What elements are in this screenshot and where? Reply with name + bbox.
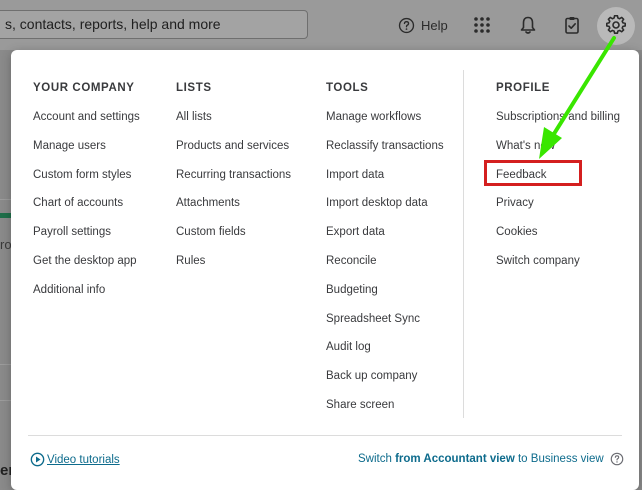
menu-item-share-screen[interactable]: Share screen	[326, 398, 444, 427]
clipboard-icon[interactable]	[562, 15, 582, 35]
background-divider	[0, 199, 11, 200]
menu-item-reclassify-transactions[interactable]: Reclassify transactions	[326, 139, 444, 168]
menu-item-audit-log[interactable]: Audit log	[326, 340, 444, 369]
switch-view-text[interactable]: Switch from Accountant view to Business …	[358, 453, 604, 465]
menu-item-back-up-company[interactable]: Back up company	[326, 369, 444, 398]
menu-item-privacy[interactable]: Privacy	[496, 196, 620, 225]
apps-grid-icon[interactable]	[472, 15, 492, 35]
menu-item-budgeting[interactable]: Budgeting	[326, 283, 444, 312]
gear-icon[interactable]	[606, 15, 626, 35]
menu-item-get-desktop-app[interactable]: Get the desktop app	[33, 254, 140, 283]
background-text-fragment: ro	[0, 237, 12, 252]
help-circle-icon[interactable]	[610, 452, 624, 466]
footer-divider	[28, 435, 622, 436]
menu-item-import-data[interactable]: Import data	[326, 168, 444, 197]
menu-item-custom-fields[interactable]: Custom fields	[176, 225, 291, 254]
play-circle-icon	[30, 452, 45, 467]
menu-item-products-and-services[interactable]: Products and services	[176, 139, 291, 168]
menu-item-switch-company[interactable]: Switch company	[496, 254, 620, 283]
column-heading: YOUR COMPANY	[33, 82, 135, 94]
column-divider	[463, 70, 464, 418]
switch-from-view: from Accountant view	[395, 453, 515, 465]
menu-item-manage-users[interactable]: Manage users	[33, 139, 140, 168]
switch-view-control[interactable]: Switch from Accountant view to Business …	[358, 452, 624, 466]
background-divider	[0, 364, 11, 365]
top-bar: s, contacts, reports, help and more Help	[0, 0, 642, 50]
column-heading: PROFILE	[496, 82, 551, 94]
help-circle-icon	[398, 17, 415, 33]
menu-item-subscriptions-and-billing[interactable]: Subscriptions and billing	[496, 110, 620, 139]
menu-item-spreadsheet-sync[interactable]: Spreadsheet Sync	[326, 312, 444, 341]
bell-icon[interactable]	[518, 15, 538, 35]
menu-item-payroll-settings[interactable]: Payroll settings	[33, 225, 140, 254]
menu-item-all-lists[interactable]: All lists	[176, 110, 291, 139]
menu-item-account-and-settings[interactable]: Account and settings	[33, 110, 140, 139]
menu-column-your-company: YOUR COMPANY Account and settings Manage…	[33, 81, 140, 312]
menu-item-chart-of-accounts[interactable]: Chart of accounts	[33, 196, 140, 225]
column-heading: TOOLS	[326, 82, 369, 94]
search-input[interactable]: s, contacts, reports, help and more	[0, 10, 308, 39]
column-heading: LISTS	[176, 82, 212, 94]
background-accent-bar	[0, 213, 11, 218]
menu-item-reconcile[interactable]: Reconcile	[326, 254, 444, 283]
menu-item-export-data[interactable]: Export data	[326, 225, 444, 254]
menu-item-import-desktop-data[interactable]: Import desktop data	[326, 196, 444, 225]
menu-item-additional-info[interactable]: Additional info	[33, 283, 140, 312]
menu-item-custom-form-styles[interactable]: Custom form styles	[33, 168, 140, 197]
menu-item-cookies[interactable]: Cookies	[496, 225, 620, 254]
video-tutorials-label: Video tutorials	[47, 453, 120, 466]
menu-item-manage-workflows[interactable]: Manage workflows	[326, 110, 444, 139]
background-divider	[0, 400, 11, 401]
help-label: Help	[421, 17, 448, 33]
menu-item-attachments[interactable]: Attachments	[176, 196, 291, 225]
settings-menu-panel: YOUR COMPANY Account and settings Manage…	[11, 50, 639, 490]
video-tutorials-link[interactable]: Video tutorials	[30, 452, 120, 467]
menu-column-tools: TOOLS Manage workflows Reclassify transa…	[326, 81, 444, 427]
switch-prefix: Switch	[358, 453, 392, 465]
menu-column-lists: LISTS All lists Products and services Re…	[176, 81, 291, 283]
menu-item-rules[interactable]: Rules	[176, 254, 291, 283]
switch-to: to	[517, 453, 528, 465]
help-button[interactable]: Help	[398, 15, 448, 35]
switch-to-view: Business view	[530, 453, 604, 465]
feedback-highlight-box	[484, 160, 582, 186]
menu-item-recurring-transactions[interactable]: Recurring transactions	[176, 168, 291, 197]
